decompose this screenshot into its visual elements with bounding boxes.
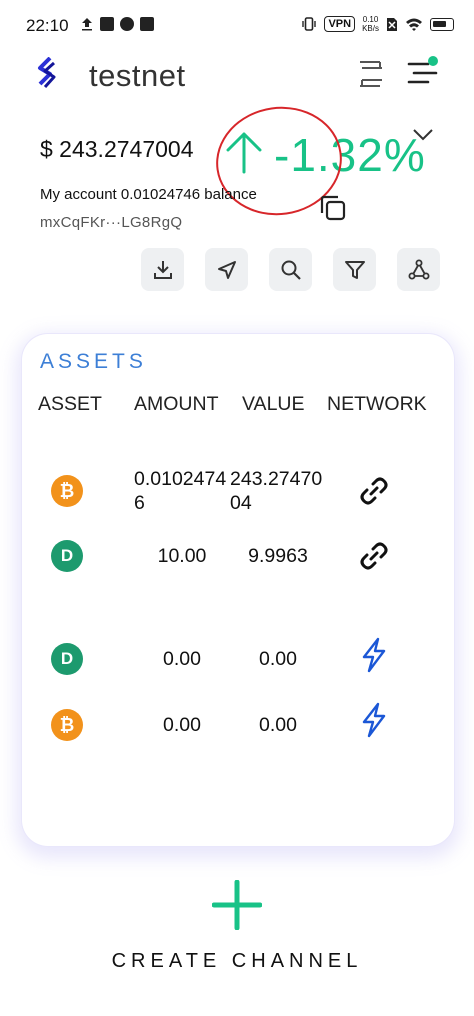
location-icon [120,17,134,31]
send-icon [217,260,236,279]
wifi-icon [406,18,422,31]
wallet-address: mxCqFKr···LG8RgQ [40,214,183,231]
search-icon [281,260,301,280]
asset-amount: 0.01024746 [134,468,227,514]
dash-coin-icon: D [51,643,83,675]
chevron-down-icon[interactable] [412,128,434,142]
nodes-button[interactable] [397,248,440,291]
asset-value: 243.2747004 [230,468,323,514]
bitcoin-icon: ₿ [51,475,83,507]
speed-unit: KB/s [362,24,379,33]
asset-row[interactable]: ₿ 0.00 0.00 [22,702,454,762]
bitcoin-icon: ₿ [51,709,83,741]
upload-icon [82,18,92,31]
mail-icon [100,17,114,31]
network-nodes-icon [408,259,429,279]
network-speed: 0.10 KB/s [362,15,379,33]
copy-icon[interactable] [318,193,348,223]
status-left-icons [80,17,154,31]
no-sim-icon [387,17,397,31]
create-channel-plus-icon[interactable] [212,880,262,930]
assets-title: ASSETS [40,350,147,373]
asset-amount: 10.00 [157,545,207,567]
link-icon[interactable] [358,475,390,507]
link-icon[interactable] [358,540,390,572]
total-balance: $ 243.2747004 [40,136,194,162]
column-header-asset: ASSET [38,393,102,415]
filter-icon [344,260,365,279]
menu-icon[interactable] [406,56,440,90]
asset-row[interactable]: D 10.00 9.9963 [22,532,454,592]
send-button[interactable] [205,248,248,291]
asset-amount: 0.00 [163,648,201,670]
network-title[interactable]: testnet [89,58,186,94]
assets-card: ASSETS ASSET AMOUNT VALUE NETWORK ₿ 0.01… [22,334,454,846]
action-bar [141,248,440,291]
search-button[interactable] [269,248,312,291]
receive-button[interactable] [141,248,184,291]
filter-button[interactable] [333,248,376,291]
asset-row[interactable]: D 0.00 0.00 [22,636,454,696]
app-logo-icon [38,57,56,89]
account-balance-line: My account 0.01024746 balance [40,186,257,203]
vpn-icon: VPN [324,16,356,32]
asset-row[interactable]: ₿ 0.01024746 243.2747004 [22,466,454,526]
image-icon [140,17,154,31]
asset-value: 0.00 [259,714,297,736]
lightning-icon[interactable] [358,702,390,738]
vibrate-icon [302,17,317,31]
dash-coin-icon: D [51,540,83,572]
status-time: 22:10 [26,16,69,35]
lightning-icon[interactable] [358,637,390,673]
create-channel-button[interactable]: CREATE CHANNEL [0,950,474,973]
asset-amount: 0.00 [163,714,201,736]
status-bar: 22:10 VPN 0.10 KB/s [0,0,474,52]
status-right-icons: VPN 0.10 KB/s [301,15,454,33]
scan-icon[interactable] [358,60,384,88]
speed-value: 0.10 [362,15,379,24]
download-icon [153,260,172,279]
asset-value: 0.00 [259,648,297,670]
column-header-value: VALUE [242,393,305,415]
column-header-amount: AMOUNT [134,393,219,415]
column-header-network: NETWORK [327,393,427,415]
battery-icon [430,17,454,31]
notification-dot [428,56,438,66]
asset-value: 9.9963 [248,545,308,567]
